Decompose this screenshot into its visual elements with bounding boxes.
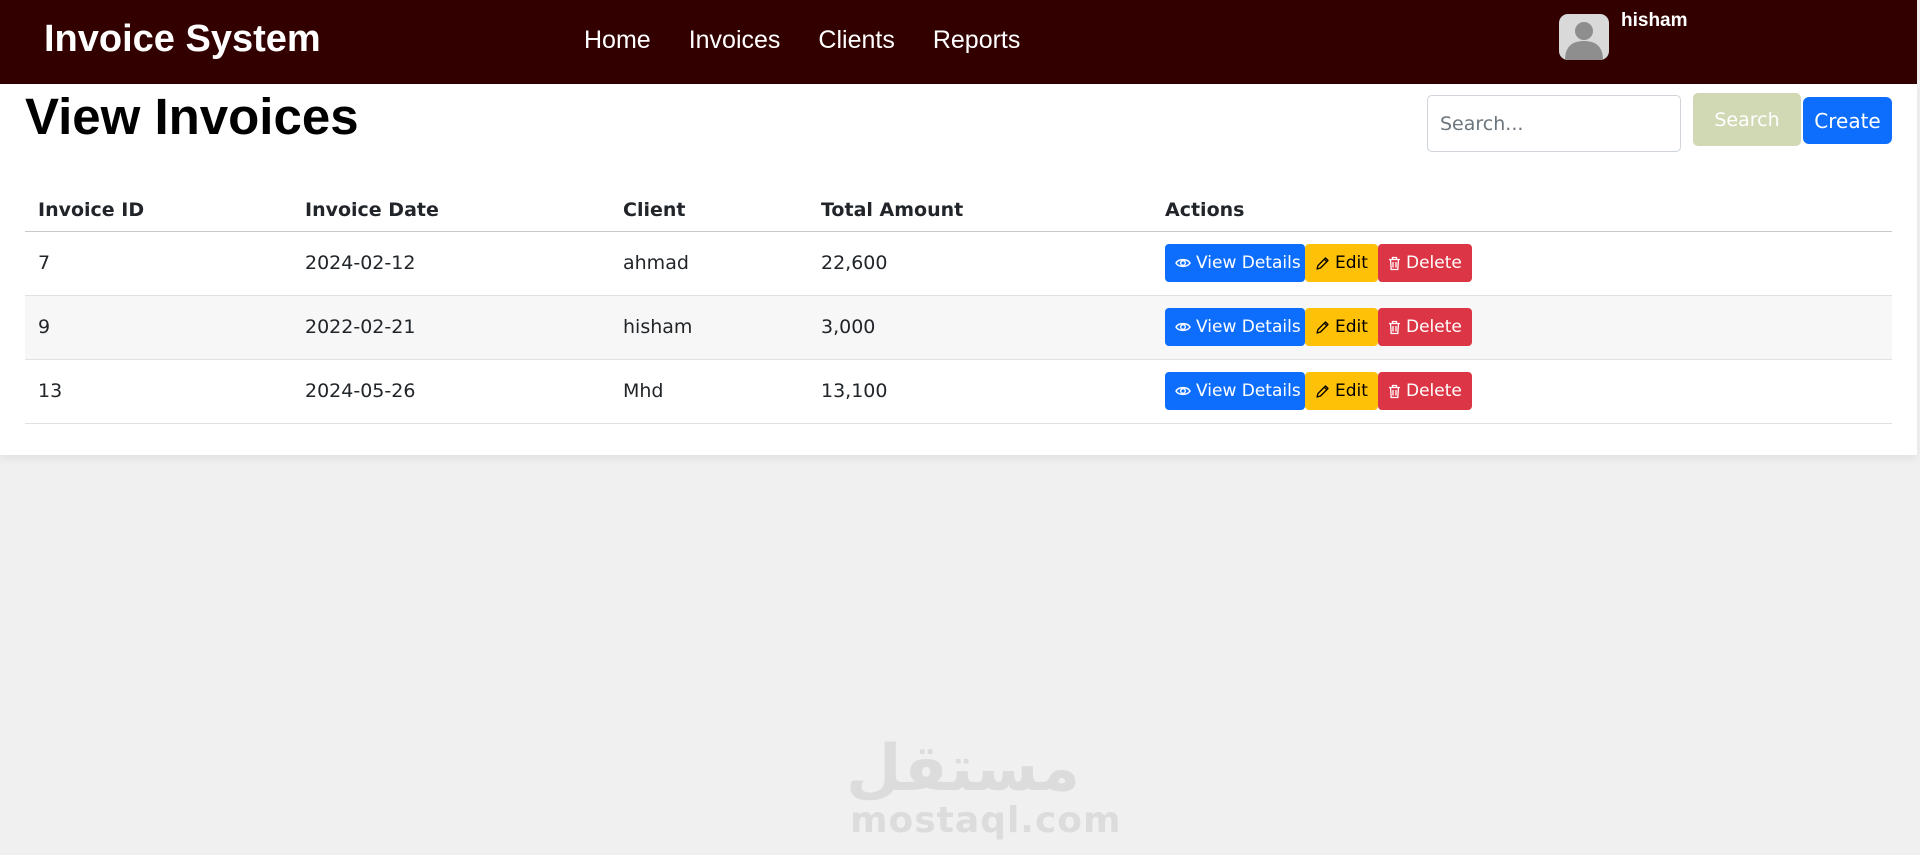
total-amount-cell: 22,600 [808, 231, 1152, 296]
invoice-id-cell: 9 [25, 295, 292, 360]
watermark: مستقل mostaql.com [845, 732, 1122, 841]
username[interactable]: hisham [1621, 10, 1688, 32]
table-row: 13 2024-05-26 Mhd 13,100 View Details Ed… [25, 359, 1892, 424]
nav-link-home[interactable]: Home [584, 22, 651, 58]
invoice-date-cell: 2024-05-26 [292, 359, 610, 424]
client-cell: ahmad [610, 231, 808, 296]
content-panel: View Invoices Search Create Invoice ID I… [0, 84, 1917, 455]
edit-label: Edit [1335, 381, 1368, 401]
edit-button[interactable]: Edit [1305, 372, 1378, 410]
view-details-label: View Details [1196, 381, 1301, 401]
nav-link-reports[interactable]: Reports [933, 22, 1021, 58]
total-amount-cell: 13,100 [808, 359, 1152, 424]
delete-label: Delete [1406, 317, 1462, 337]
edit-button[interactable]: Edit [1305, 244, 1378, 282]
watermark-latin: mostaql.com [850, 800, 1122, 841]
table-row: 9 2022-02-21 hisham 3,000 View Details E… [25, 295, 1892, 360]
table-header-row: Invoice ID Invoice Date Client Total Amo… [25, 189, 1892, 232]
eye-icon [1175, 322, 1191, 332]
trash-icon [1389, 320, 1400, 334]
pencil-icon [1316, 320, 1329, 334]
delete-button[interactable]: Delete [1378, 372, 1472, 410]
delete-label: Delete [1406, 381, 1462, 401]
column-header-client: Client [610, 189, 808, 232]
brand-title[interactable]: Invoice System [44, 17, 321, 61]
delete-label: Delete [1406, 253, 1462, 273]
actions-cell: View Details Edit Delete [1152, 295, 1892, 360]
invoices-table: Invoice ID Invoice Date Client Total Amo… [25, 189, 1892, 424]
actions-cell: View Details Edit Delete [1152, 231, 1892, 296]
pencil-icon [1316, 384, 1329, 398]
column-header-total-amount: Total Amount [808, 189, 1152, 232]
invoice-id-cell: 7 [25, 231, 292, 296]
client-cell: hisham [610, 295, 808, 360]
nav-link-invoices[interactable]: Invoices [689, 22, 781, 58]
invoice-date-cell: 2024-02-12 [292, 231, 610, 296]
column-header-invoice-date: Invoice Date [292, 189, 610, 232]
search-input[interactable] [1427, 95, 1681, 152]
table-row: 7 2024-02-12 ahmad 22,600 View Details E… [25, 231, 1892, 296]
trash-icon [1389, 256, 1400, 270]
top-navbar: Invoice System Home Invoices Clients Rep… [0, 0, 1917, 84]
delete-button[interactable]: Delete [1378, 308, 1472, 346]
watermark-arabic: مستقل [845, 732, 1080, 806]
nav-links: Home Invoices Clients Reports [584, 22, 1058, 58]
edit-label: Edit [1335, 253, 1368, 273]
eye-icon [1175, 258, 1191, 268]
trash-icon [1389, 384, 1400, 398]
edit-button[interactable]: Edit [1305, 308, 1378, 346]
delete-button[interactable]: Delete [1378, 244, 1472, 282]
nav-link-clients[interactable]: Clients [818, 22, 894, 58]
page-title: View Invoices [25, 88, 359, 145]
edit-label: Edit [1335, 317, 1368, 337]
user-avatar-icon[interactable] [1559, 14, 1609, 60]
actions-cell: View Details Edit Delete [1152, 359, 1892, 424]
search-button[interactable]: Search [1693, 93, 1801, 146]
column-header-actions: Actions [1152, 189, 1892, 232]
total-amount-cell: 3,000 [808, 295, 1152, 360]
view-details-button[interactable]: View Details [1165, 308, 1305, 346]
view-details-button[interactable]: View Details [1165, 244, 1305, 282]
create-invoice-button[interactable]: Create [1803, 97, 1892, 144]
view-details-button[interactable]: View Details [1165, 372, 1305, 410]
view-details-label: View Details [1196, 253, 1301, 273]
pencil-icon [1316, 256, 1329, 270]
view-details-label: View Details [1196, 317, 1301, 337]
eye-icon [1175, 386, 1191, 396]
invoice-id-cell: 13 [25, 359, 292, 424]
client-cell: Mhd [610, 359, 808, 424]
column-header-invoice-id: Invoice ID [25, 189, 292, 232]
invoice-date-cell: 2022-02-21 [292, 295, 610, 360]
